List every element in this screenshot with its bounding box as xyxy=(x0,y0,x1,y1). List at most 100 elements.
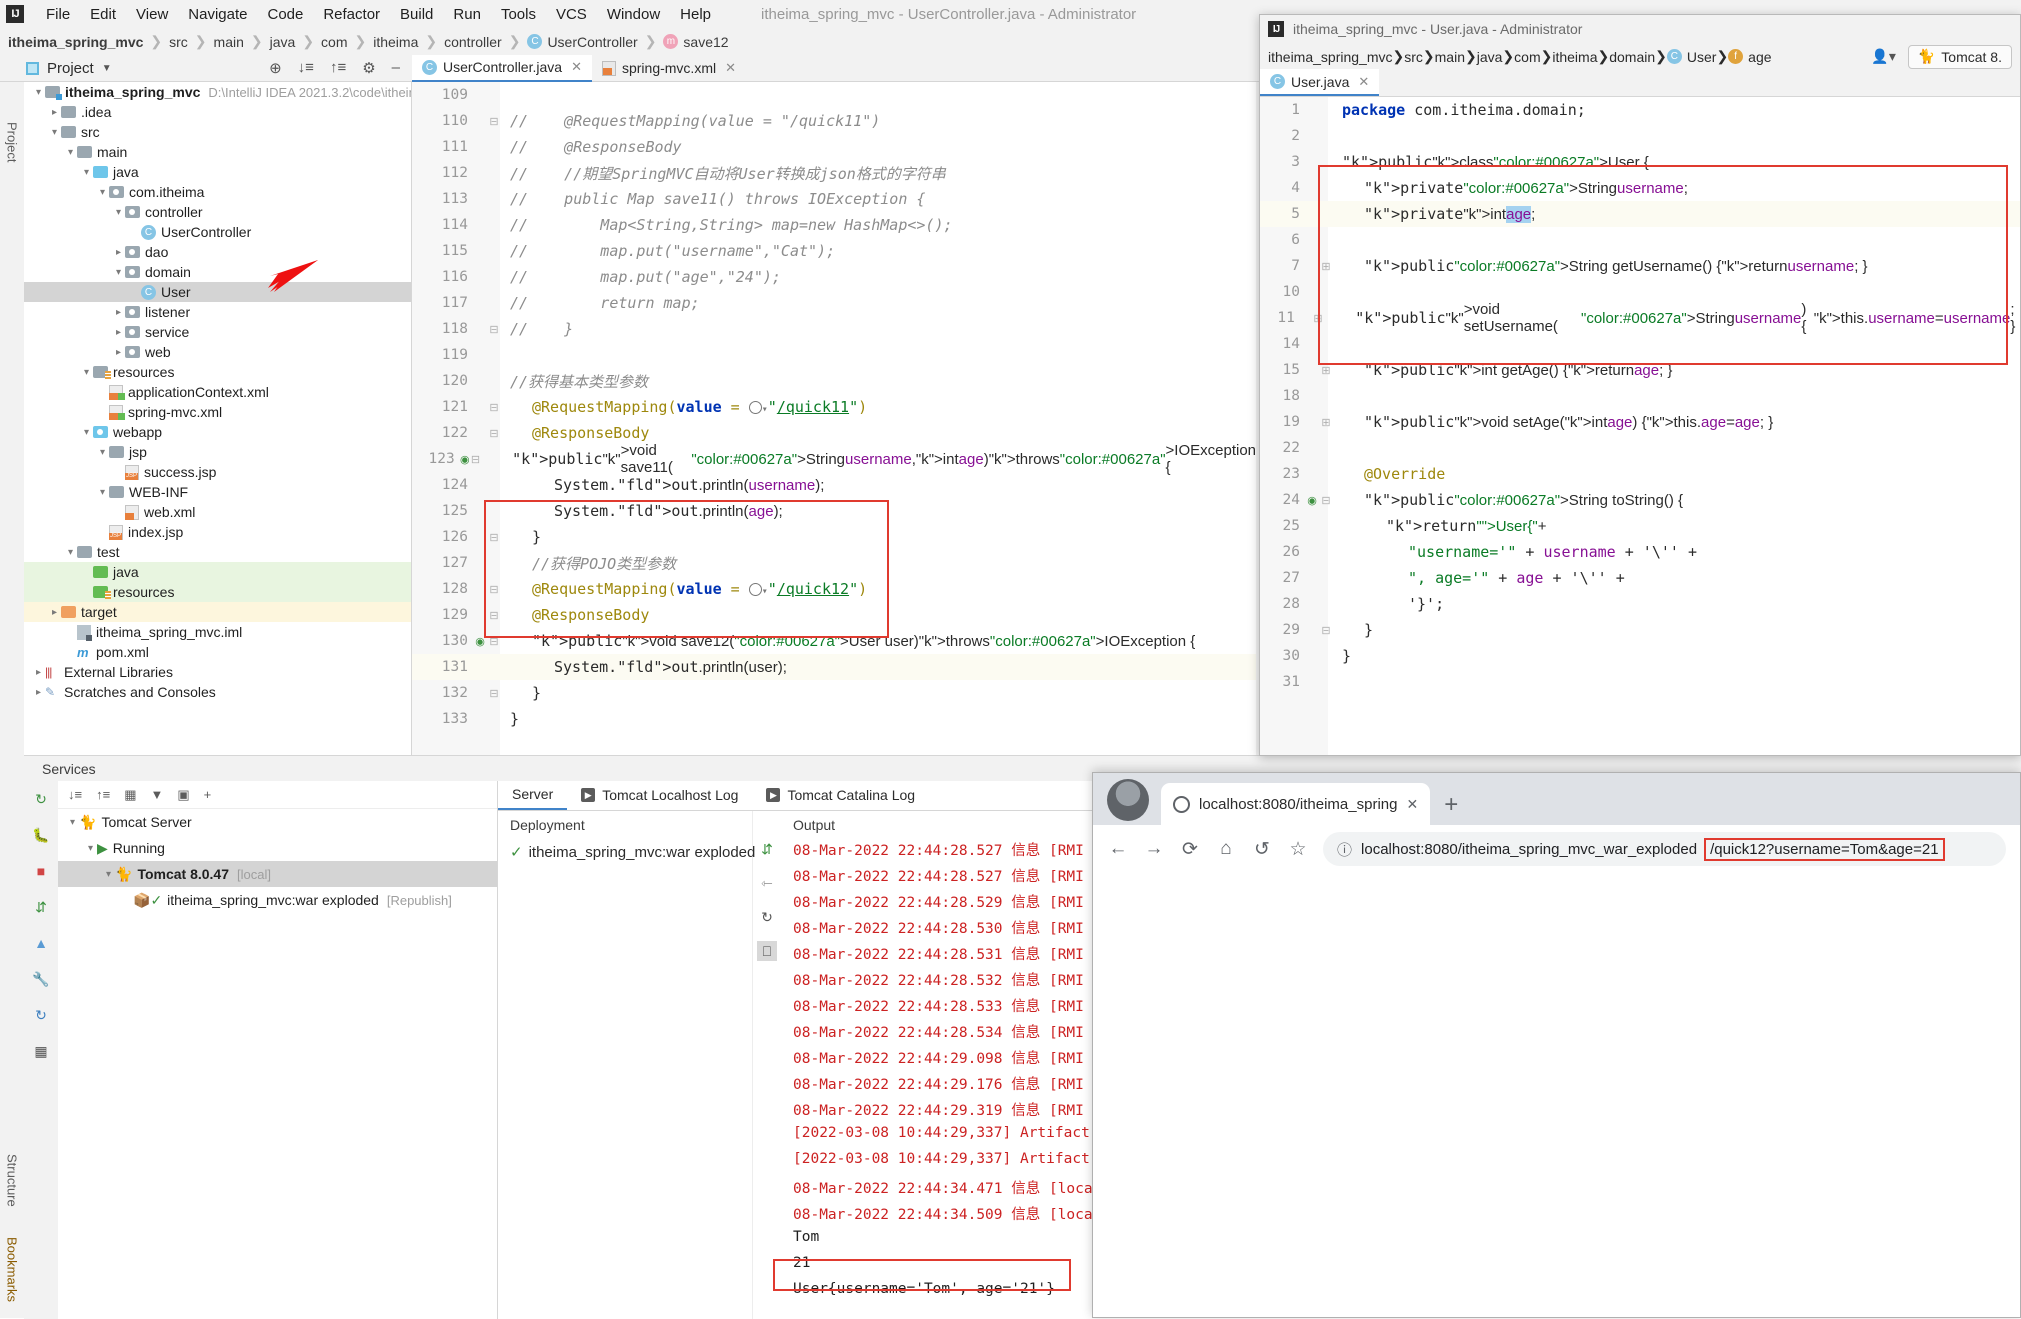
url-globe-icon[interactable] xyxy=(748,583,762,596)
disclosure-triangle-icon[interactable]: ▸ xyxy=(48,607,61,618)
debug-icon[interactable]: 🐛 xyxy=(31,825,51,845)
menu-item-help[interactable]: Help xyxy=(670,6,721,23)
menu-item-run[interactable]: Run xyxy=(443,6,491,23)
breadcrumb-item-user[interactable]: User xyxy=(1687,49,1717,65)
fold-toggle-icon[interactable]: ⊞ xyxy=(1320,260,1332,273)
history-icon[interactable]: ↺ xyxy=(1251,838,1273,860)
split-icon[interactable]: ▣ xyxy=(177,787,189,803)
fold-toggle-icon[interactable]: ⊞ xyxy=(1320,364,1332,377)
run-gutter-icon[interactable]: ◉ xyxy=(459,453,471,466)
add-icon[interactable]: + xyxy=(204,787,212,802)
services-tree-row[interactable]: ▾ ▶ Running xyxy=(58,835,497,861)
site-info-icon[interactable]: ⓘ xyxy=(1337,839,1352,860)
fold-toggle-icon[interactable]: ⊞ xyxy=(1313,312,1323,325)
tree-row[interactable]: ▸ target xyxy=(24,602,411,622)
settings-gear-icon[interactable]: ⚙ xyxy=(362,59,375,77)
user-settings-icon[interactable]: 👤▾ xyxy=(1871,48,1895,65)
breadcrumb-item-age[interactable]: age xyxy=(1748,49,1771,65)
fold-toggle-icon[interactable]: ⊟ xyxy=(488,635,500,648)
tree-row[interactable]: C UserController xyxy=(24,222,411,242)
browser-tab[interactable]: localhost:8080/itheima_spring ✕ xyxy=(1161,783,1431,825)
tree-row[interactable]: applicationContext.xml xyxy=(24,382,411,402)
close-icon[interactable]: ✕ xyxy=(1358,74,1369,90)
tree-row[interactable]: ▸ ✎ Scratches and Consoles xyxy=(24,682,411,702)
breadcrumb-item-project[interactable]: itheima_spring_mvc xyxy=(1268,49,1393,65)
breadcrumb-item-save12[interactable]: save12 xyxy=(683,34,728,50)
run-configuration-selector[interactable]: 🐈 Tomcat 8. xyxy=(1907,44,2012,69)
breadcrumb-item-java[interactable]: java xyxy=(270,34,296,50)
fold-toggle-icon[interactable]: ⊟ xyxy=(488,427,500,440)
disclosure-triangle-icon[interactable]: ▾ xyxy=(80,167,93,178)
tree-row[interactable]: ▾ resources xyxy=(24,362,411,382)
tree-row[interactable]: ▸ service xyxy=(24,322,411,342)
disclosure-triangle-icon[interactable]: ▾ xyxy=(80,367,93,378)
tree-row[interactable]: java xyxy=(24,562,411,582)
tree-row[interactable]: web.xml xyxy=(24,502,411,522)
deployment-item[interactable]: ✓ itheima_spring_mvc:war exploded xyxy=(498,839,755,865)
tree-row[interactable]: ▾ webapp xyxy=(24,422,411,442)
services-tree-row[interactable]: ▾ 🐈 Tomcat Server xyxy=(58,809,497,835)
fold-toggle-icon[interactable]: ⊟ xyxy=(471,453,480,466)
stop-icon[interactable]: ■ xyxy=(31,861,51,881)
user-java-window[interactable]: IJ itheima_spring_mvc - User.java - Admi… xyxy=(1259,14,2021,756)
wrench-icon[interactable]: 🔧 xyxy=(31,969,51,989)
close-icon[interactable]: ✕ xyxy=(1406,796,1418,813)
tree-row[interactable]: ▾ src xyxy=(24,122,411,142)
tree-row[interactable]: ▸ ||| External Libraries xyxy=(24,662,411,682)
tree-row[interactable]: ▾ main xyxy=(24,142,411,162)
menu-item-view[interactable]: View xyxy=(126,6,178,23)
chevron-down-icon[interactable]: ▾ xyxy=(32,87,45,98)
disclosure-triangle-icon[interactable]: ▸ xyxy=(32,667,45,678)
disclosure-triangle-icon[interactable]: ▾ xyxy=(64,547,77,558)
close-icon[interactable]: ✕ xyxy=(725,60,736,76)
tree-row[interactable]: ▸ .idea xyxy=(24,102,411,122)
home-icon[interactable]: ⌂ xyxy=(1215,838,1237,860)
disclosure-triangle-icon[interactable]: ▸ xyxy=(112,347,125,358)
disclosure-triangle-icon[interactable]: ▸ xyxy=(112,307,125,318)
address-bar[interactable]: ⓘ localhost:8080/itheima_spring_mvc_war_… xyxy=(1323,832,2006,866)
grid-icon[interactable]: ▦ xyxy=(31,1041,51,1061)
breadcrumb-item-itheima[interactable]: itheima xyxy=(373,34,418,50)
url-globe-icon[interactable] xyxy=(748,401,762,414)
breadcrumb-item-itheima[interactable]: itheima xyxy=(1552,49,1597,65)
fold-toggle-icon[interactable]: ⊟ xyxy=(1320,494,1332,507)
disclosure-triangle-icon[interactable]: ▸ xyxy=(112,327,125,338)
breadcrumb-item-domain[interactable]: domain xyxy=(1609,49,1655,65)
tree-row[interactable]: ▸ dao xyxy=(24,242,411,262)
sidebar-item-bookmarks-strip[interactable]: Bookmarks xyxy=(0,1222,24,1318)
close-icon[interactable]: ✕ xyxy=(571,59,582,75)
tree-row[interactable]: resources xyxy=(24,582,411,602)
disclosure-triangle-icon[interactable]: ▾ xyxy=(66,817,79,828)
expand-icon[interactable]: ▲ xyxy=(31,933,51,953)
rerun-icon[interactable]: ↻ xyxy=(31,789,51,809)
fold-toggle-icon[interactable]: ⊟ xyxy=(488,401,500,414)
disclosure-triangle-icon[interactable]: ▾ xyxy=(112,267,125,278)
tree-row[interactable]: ▾ controller xyxy=(24,202,411,222)
console-icon[interactable]: ⎕ xyxy=(757,941,777,961)
menu-item-window[interactable]: Window xyxy=(597,6,670,23)
menu-item-file[interactable]: File xyxy=(36,6,80,23)
breadcrumb-item-src[interactable]: src xyxy=(1404,49,1423,65)
tree-row[interactable]: success.jsp xyxy=(24,462,411,482)
tree-row[interactable]: ▾ domain xyxy=(24,262,411,282)
fold-toggle-icon[interactable]: ⊟ xyxy=(488,609,500,622)
tree-row[interactable]: m pom.xml xyxy=(24,642,411,662)
group-icon[interactable]: ▦ xyxy=(124,787,136,803)
menu-item-build[interactable]: Build xyxy=(390,6,443,23)
tab-user-java[interactable]: C User.java ✕ xyxy=(1260,69,1380,96)
tree-row[interactable]: ▾ WEB-INF xyxy=(24,482,411,502)
fold-toggle-icon[interactable]: ⊟ xyxy=(1320,624,1332,637)
refresh-icon[interactable]: ↻ xyxy=(31,1005,51,1025)
menu-item-edit[interactable]: Edit xyxy=(80,6,126,23)
tree-row[interactable]: ▾ jsp xyxy=(24,442,411,462)
new-tab-button[interactable]: + xyxy=(1430,791,1472,825)
tree-row[interactable]: ▸ listener xyxy=(24,302,411,322)
tab-spring-mvc-xml[interactable]: spring-mvc.xml ✕ xyxy=(592,55,746,82)
breadcrumb-item-java[interactable]: java xyxy=(1477,49,1503,65)
disclosure-triangle-icon[interactable]: ▸ xyxy=(112,247,125,258)
fold-toggle-icon[interactable]: ⊟ xyxy=(488,115,500,128)
project-tree[interactable]: ▾ itheima_spring_mvc D:\IntelliJ IDEA 20… xyxy=(24,82,412,755)
tree-row[interactable]: itheima_spring_mvc.iml xyxy=(24,622,411,642)
tree-row[interactable]: ▾ java xyxy=(24,162,411,182)
tree-row[interactable]: spring-mvc.xml xyxy=(24,402,411,422)
